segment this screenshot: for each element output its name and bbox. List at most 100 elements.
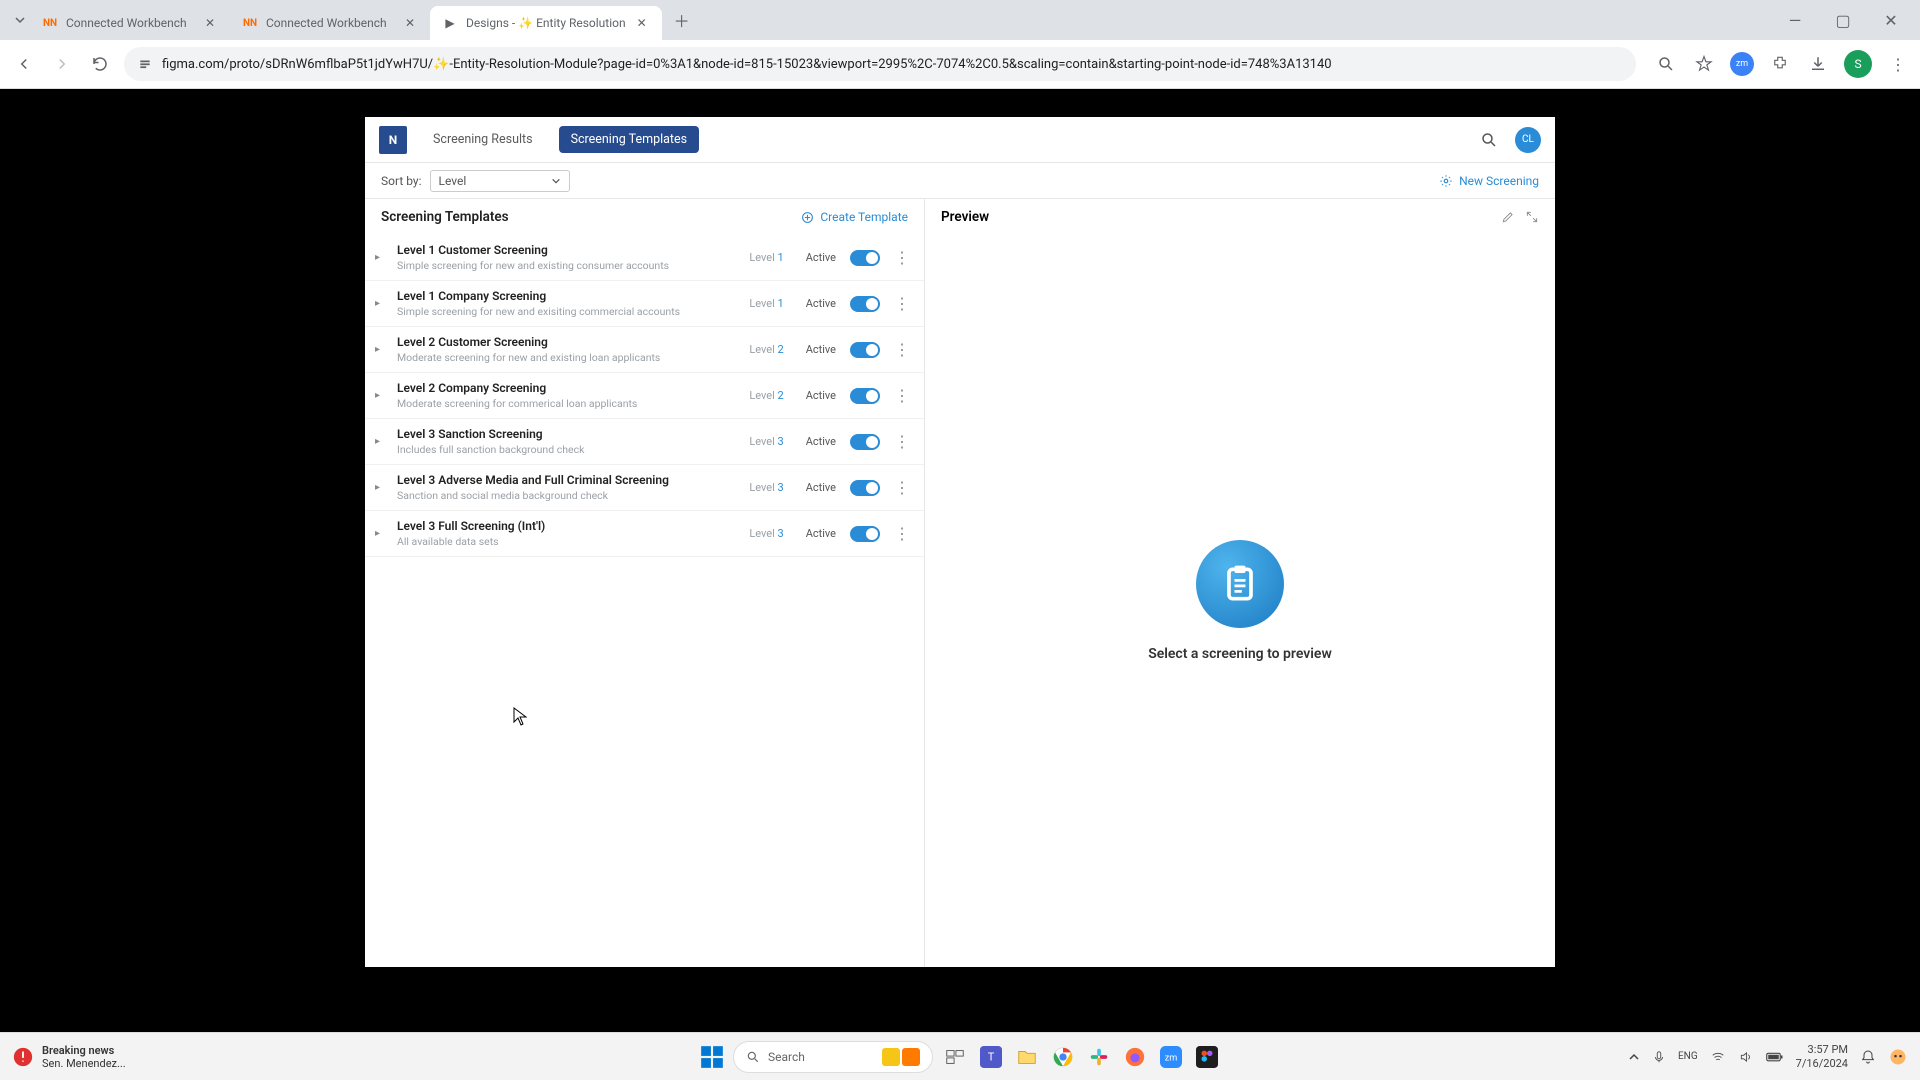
tray-language[interactable]: ENG bbox=[1678, 1051, 1698, 1062]
create-template-button[interactable]: Create Template bbox=[801, 210, 908, 224]
row-menu-icon[interactable]: ⋮ bbox=[894, 386, 908, 405]
tab-screening-templates[interactable]: Screening Templates bbox=[559, 126, 700, 153]
maximize-button[interactable]: ▢ bbox=[1820, 4, 1866, 36]
site-settings-icon bbox=[138, 57, 152, 71]
extension-icon-1[interactable]: zm bbox=[1730, 52, 1754, 76]
browser-tab-0[interactable]: NN Connected Workbench ✕ bbox=[30, 6, 230, 40]
taskbar-clock[interactable]: 3:57 PM 7/16/2024 bbox=[1796, 1043, 1848, 1069]
tab-close-0[interactable]: ✕ bbox=[202, 15, 218, 31]
template-status: Active bbox=[806, 481, 836, 494]
tab-close-2[interactable]: ✕ bbox=[634, 15, 650, 31]
back-button[interactable] bbox=[10, 50, 38, 78]
expand-caret-icon[interactable]: ▸ bbox=[375, 344, 389, 355]
close-window-button[interactable]: ✕ bbox=[1868, 4, 1914, 36]
new-tab-button[interactable]: ＋ bbox=[668, 6, 696, 34]
tab-screening-results[interactable]: Screening Results bbox=[421, 126, 545, 153]
expand-caret-icon[interactable]: ▸ bbox=[375, 528, 389, 539]
row-menu-icon[interactable]: ⋮ bbox=[894, 340, 908, 359]
row-menu-icon[interactable]: ⋮ bbox=[894, 248, 908, 267]
address-bar[interactable]: figma.com/proto/sDRnW6mflbaP5t1jdYwH7U/✨… bbox=[124, 47, 1636, 81]
taskbar-app-zoom[interactable]: zm bbox=[1157, 1043, 1185, 1071]
template-row[interactable]: ▸ Level 1 Customer Screening Simple scre… bbox=[365, 235, 924, 281]
active-toggle[interactable] bbox=[850, 434, 880, 450]
row-menu-icon[interactable]: ⋮ bbox=[894, 294, 908, 313]
user-avatar[interactable]: CL bbox=[1515, 127, 1541, 153]
expand-caret-icon[interactable]: ▸ bbox=[375, 390, 389, 401]
template-title: Level 3 Sanction Screening bbox=[397, 427, 741, 441]
taskbar-search[interactable]: Search bbox=[733, 1041, 933, 1073]
taskbar-app-slack[interactable] bbox=[1085, 1043, 1113, 1071]
template-list: ▸ Level 1 Customer Screening Simple scre… bbox=[365, 235, 924, 557]
taskbar-app-chrome[interactable] bbox=[1049, 1043, 1077, 1071]
taskbar: Breaking news Sen. Menendez... Search T … bbox=[0, 1032, 1920, 1080]
tab-search-dropdown[interactable] bbox=[10, 10, 30, 30]
row-menu-icon[interactable]: ⋮ bbox=[894, 478, 908, 497]
app-logo[interactable]: N bbox=[379, 126, 407, 154]
chrome-menu-icon[interactable]: ⋮ bbox=[1886, 52, 1910, 76]
taskbar-app-explorer[interactable] bbox=[1013, 1043, 1041, 1071]
downloads-icon[interactable] bbox=[1806, 52, 1830, 76]
template-description: All available data sets bbox=[397, 535, 741, 548]
preview-header: Preview bbox=[925, 199, 1555, 235]
expand-caret-icon[interactable]: ▸ bbox=[375, 252, 389, 263]
expand-caret-icon[interactable]: ▸ bbox=[375, 436, 389, 447]
tray-mic-icon[interactable] bbox=[1652, 1050, 1666, 1064]
tab-favicon-1: NN bbox=[242, 15, 258, 31]
taskbar-app-taskview[interactable] bbox=[941, 1043, 969, 1071]
template-description: Moderate screening for new and existing … bbox=[397, 351, 741, 364]
tray-battery-icon[interactable] bbox=[1766, 1051, 1784, 1063]
preview-panel: Preview Select a screening to pre bbox=[925, 199, 1555, 967]
preview-actions bbox=[1501, 210, 1539, 224]
expand-caret-icon[interactable]: ▸ bbox=[375, 298, 389, 309]
clipboard-icon bbox=[1196, 540, 1284, 628]
profile-avatar[interactable]: S bbox=[1844, 50, 1872, 78]
browser-tab-2[interactable]: ▶ Designs - ✨ Entity Resolution ✕ bbox=[430, 6, 662, 40]
taskbar-news-widget[interactable]: Breaking news Sen. Menendez... bbox=[12, 1044, 126, 1070]
tray-notifications-icon[interactable] bbox=[1860, 1049, 1876, 1065]
start-button[interactable] bbox=[699, 1044, 725, 1070]
taskbar-app-firefox[interactable] bbox=[1121, 1043, 1149, 1071]
sort-select[interactable]: Level bbox=[430, 170, 570, 192]
browser-tab-1[interactable]: NN Connected Workbench ✕ bbox=[230, 6, 430, 40]
forward-button[interactable] bbox=[48, 50, 76, 78]
news-title: Breaking news bbox=[42, 1044, 126, 1057]
tray-copilot-icon[interactable] bbox=[1888, 1047, 1908, 1067]
app-search-icon[interactable] bbox=[1477, 128, 1501, 152]
tray-wifi-icon[interactable] bbox=[1710, 1050, 1726, 1064]
minimize-button[interactable]: — bbox=[1772, 4, 1818, 36]
active-toggle[interactable] bbox=[850, 526, 880, 542]
template-row[interactable]: ▸ Level 3 Full Screening (Int'l) All ava… bbox=[365, 511, 924, 557]
bookmark-icon[interactable] bbox=[1692, 52, 1716, 76]
sort-label: Sort by: bbox=[381, 174, 422, 188]
active-toggle[interactable] bbox=[850, 250, 880, 266]
active-toggle[interactable] bbox=[850, 296, 880, 312]
template-row[interactable]: ▸ Level 3 Sanction Screening Includes fu… bbox=[365, 419, 924, 465]
template-row[interactable]: ▸ Level 2 Company Screening Moderate scr… bbox=[365, 373, 924, 419]
chevron-down-icon bbox=[551, 176, 561, 186]
expand-caret-icon[interactable]: ▸ bbox=[375, 482, 389, 493]
extensions-icon[interactable] bbox=[1768, 52, 1792, 76]
template-row[interactable]: ▸ Level 2 Customer Screening Moderate sc… bbox=[365, 327, 924, 373]
row-menu-icon[interactable]: ⋮ bbox=[894, 524, 908, 543]
template-status: Active bbox=[806, 343, 836, 356]
expand-icon[interactable] bbox=[1525, 210, 1539, 224]
tab-close-1[interactable]: ✕ bbox=[402, 15, 418, 31]
taskbar-app-teams[interactable]: T bbox=[977, 1043, 1005, 1071]
active-toggle[interactable] bbox=[850, 480, 880, 496]
active-toggle[interactable] bbox=[850, 388, 880, 404]
template-row[interactable]: ▸ Level 1 Company Screening Simple scree… bbox=[365, 281, 924, 327]
template-description: Sanction and social media background che… bbox=[397, 489, 741, 502]
new-screening-button[interactable]: New Screening bbox=[1439, 174, 1539, 188]
taskbar-app-figma[interactable] bbox=[1193, 1043, 1221, 1071]
edit-icon[interactable] bbox=[1501, 210, 1515, 224]
template-row[interactable]: ▸ Level 3 Adverse Media and Full Crimina… bbox=[365, 465, 924, 511]
zoom-icon[interactable] bbox=[1654, 52, 1678, 76]
reload-button[interactable] bbox=[86, 50, 114, 78]
tray-volume-icon[interactable] bbox=[1738, 1050, 1754, 1064]
active-toggle[interactable] bbox=[850, 342, 880, 358]
tray-chevron-icon[interactable] bbox=[1628, 1051, 1640, 1063]
app-frame: N Screening Results Screening Templates … bbox=[365, 117, 1555, 967]
row-menu-icon[interactable]: ⋮ bbox=[894, 432, 908, 451]
template-description: Simple screening for new and exisiting c… bbox=[397, 305, 741, 318]
template-title: Level 2 Company Screening bbox=[397, 381, 741, 395]
